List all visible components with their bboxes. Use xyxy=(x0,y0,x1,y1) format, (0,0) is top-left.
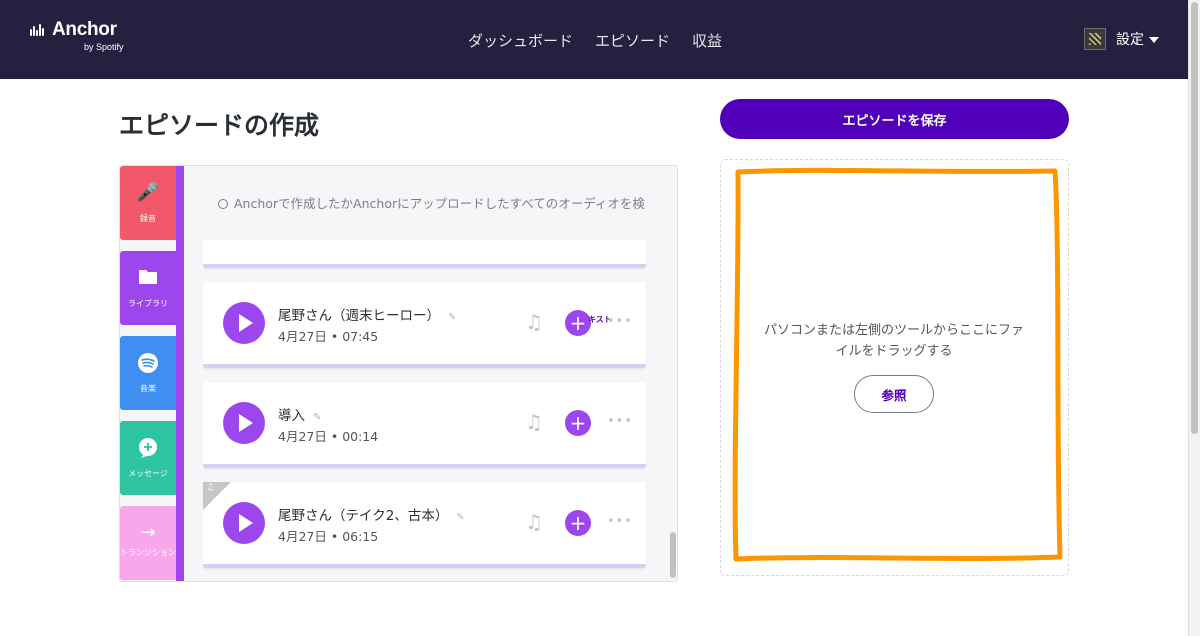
list-scroll-thumb[interactable] xyxy=(670,532,676,578)
list-item[interactable]: ♫ 尾野さん（テイク2、古本） ✎ 4月27日 • 06:15 ♫ + ••• xyxy=(203,482,646,568)
browse-button[interactable]: 参照 xyxy=(854,375,934,413)
window-scrollbar[interactable] xyxy=(1188,0,1200,636)
tool-tabs: 🎤 録音 ライブラリ 音楽 メッセージ → トランジション xyxy=(120,166,176,581)
avatar xyxy=(1084,28,1106,50)
arrow-right-icon: → xyxy=(140,522,156,543)
page-title: エピソードの作成 xyxy=(119,111,320,140)
play-button[interactable] xyxy=(223,302,265,344)
tab-music[interactable]: 音楽 xyxy=(120,336,176,410)
microphone-icon: 🎤 xyxy=(136,182,160,203)
settings-menu[interactable]: 設定 xyxy=(1084,28,1159,50)
save-episode-button[interactable]: エピソードを保存 xyxy=(720,99,1069,139)
anchor-logo-icon xyxy=(30,24,44,36)
episode-title: 導入 ✎ xyxy=(278,408,322,424)
search-input[interactable]: Anchorで作成したかAnchorにアップロードしたすべてのオーディオを検 xyxy=(218,193,662,212)
add-music-icon[interactable]: ♫ xyxy=(525,510,543,534)
episode-meta: 4月27日 • 07:45 xyxy=(278,329,379,344)
tab-library[interactable]: ライブラリ xyxy=(120,251,176,325)
add-button[interactable]: + xyxy=(565,510,591,536)
tab-music-label: 音楽 xyxy=(140,384,156,393)
annotation-outline xyxy=(732,167,1063,562)
more-options-icon[interactable]: ••• xyxy=(607,314,633,329)
tab-library-label: ライブラリ xyxy=(128,299,168,308)
tab-transition-label: トランジション xyxy=(120,548,176,557)
pencil-icon[interactable]: ✎ xyxy=(456,512,464,523)
tab-message[interactable]: メッセージ xyxy=(120,421,176,495)
add-music-icon[interactable]: ♫ xyxy=(525,310,543,334)
logo-word: Anchor xyxy=(52,19,117,40)
more-options-icon[interactable]: ••• xyxy=(607,414,633,429)
search-icon xyxy=(218,199,228,209)
nav-revenue[interactable]: 収益 xyxy=(692,30,722,51)
folder-icon xyxy=(139,270,157,284)
audio-tools-panel: 🎤 録音 ライブラリ 音楽 メッセージ → トランジション Anchorで作成し… xyxy=(119,165,678,582)
logo-sub: by Spotify xyxy=(84,42,124,52)
pencil-icon[interactable]: ✎ xyxy=(448,312,456,323)
list-item[interactable]: 尾野さん（週末ヒーロー） ✎ 4月27日 • 07:45 ♫ + キスト ••• xyxy=(203,282,646,368)
music-note-icon: ♫ xyxy=(206,483,215,493)
message-plus-icon xyxy=(139,438,157,458)
chevron-down-icon xyxy=(1149,37,1159,43)
tab-record[interactable]: 🎤 録音 xyxy=(120,166,176,240)
more-options-icon[interactable]: ••• xyxy=(607,514,633,529)
episode-list[interactable]: 尾野さん（週末ヒーロー） ✎ 4月27日 • 07:45 ♫ + キスト ••• … xyxy=(203,240,647,581)
window-scroll-thumb[interactable] xyxy=(1191,2,1198,434)
play-button[interactable] xyxy=(223,502,265,544)
list-item-partial xyxy=(203,240,646,268)
main-nav: ダッシュボード エピソード 収益 xyxy=(468,30,744,51)
list-scrollbar[interactable] xyxy=(669,240,677,581)
tab-record-label: 録音 xyxy=(140,214,156,223)
add-music-icon[interactable]: ♫ xyxy=(525,410,543,434)
drop-instructions: パソコンまたは左側のツールからここにファイルをドラッグする xyxy=(763,323,1024,359)
nav-dashboard[interactable]: ダッシュボード xyxy=(468,30,573,51)
list-item[interactable]: 導入 ✎ 4月27日 • 00:14 ♫ + ••• xyxy=(203,382,646,468)
pencil-icon[interactable]: ✎ xyxy=(313,412,321,423)
episode-meta: 4月27日 • 00:14 xyxy=(278,429,379,444)
nav-episodes[interactable]: エピソード xyxy=(595,30,670,51)
add-button[interactable]: + xyxy=(565,410,591,436)
episode-title: 尾野さん（週末ヒーロー） ✎ xyxy=(278,308,457,324)
search-placeholder: Anchorで作成したかAnchorにアップロードしたすべてのオーディオを検 xyxy=(234,196,645,211)
play-button[interactable] xyxy=(223,402,265,444)
active-tab-rail xyxy=(176,166,184,581)
tab-message-label: メッセージ xyxy=(128,469,168,478)
spotify-icon xyxy=(138,353,158,373)
tab-transition[interactable]: → トランジション xyxy=(120,506,176,580)
settings-label: 設定 xyxy=(1116,32,1144,48)
episode-meta: 4月27日 • 06:15 xyxy=(278,529,379,544)
episode-title: 尾野さん（テイク2、古本） ✎ xyxy=(278,508,465,524)
top-nav: Anchor by Spotify ダッシュボード エピソード 収益 設定 xyxy=(0,0,1188,79)
